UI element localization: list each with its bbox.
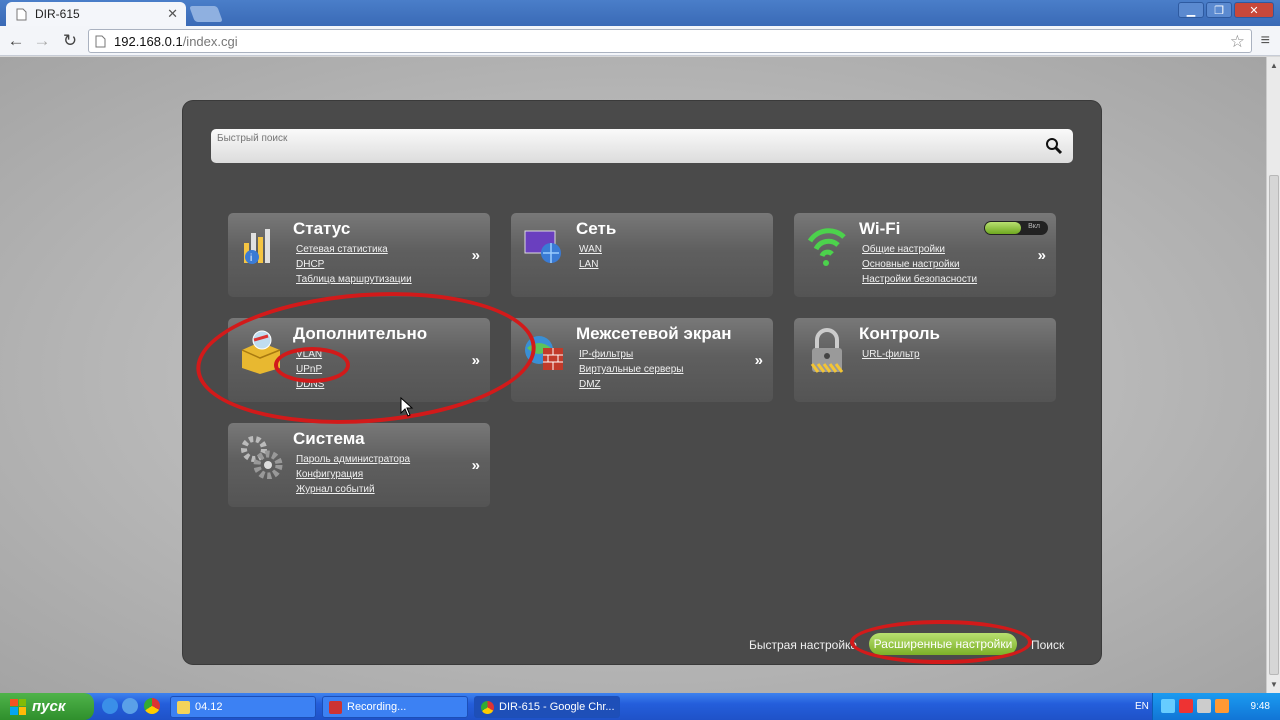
status-chart-icon: i [244,229,270,264]
reload-icon[interactable]: ↻ [60,31,80,51]
link-admin-password[interactable]: Пароль администратора [296,453,410,466]
tile-title: Сеть [576,219,617,238]
link-basic-settings[interactable]: Основные настройки [862,258,977,271]
link-security-settings[interactable]: Настройки безопасности [862,273,977,286]
tab-title: DIR-615 [35,7,80,21]
vertical-scrollbar[interactable]: ▲ ▼ [1266,57,1280,693]
address-path: /index.cgi [182,33,238,49]
scroll-thumb[interactable] [1269,175,1279,675]
link-event-log[interactable]: Журнал событий [296,483,410,496]
tile-arrow-icon[interactable]: » [472,247,480,264]
minimize-icon[interactable]: ▁ [1178,2,1204,18]
quick-search-box [211,129,1073,163]
tile-arrow-icon[interactable]: » [1038,247,1046,264]
clock: 9:48 [1250,701,1270,712]
link-dmz[interactable]: DMZ [579,378,683,391]
link-dhcp[interactable]: DHCP [296,258,412,271]
chrome-icon [481,701,494,714]
bookmark-star-icon[interactable]: ☆ [1230,32,1245,52]
tile-control: Контроль URL-фильтр [794,318,1056,402]
close-tab-icon[interactable]: ✕ [167,6,178,22]
search-icon[interactable] [1045,137,1063,155]
scroll-up-icon[interactable]: ▲ [1270,61,1278,70]
browser-tab[interactable]: DIR-615 ✕ [6,2,186,26]
language-indicator[interactable]: EN [1135,701,1149,712]
router-page: i Статус Сетевая статистика DHCP Таблица… [0,57,1266,693]
link-general-settings[interactable]: Общие настройки [862,243,977,256]
recording-icon [329,701,342,714]
back-icon[interactable]: ← [6,31,26,51]
link-wan[interactable]: WAN [579,243,602,256]
link-ip-filters[interactable]: IP-фильтры [579,348,683,361]
tile-title: Статус [293,219,351,238]
link-virtual-servers[interactable]: Виртуальные серверы [579,363,683,376]
page-icon [95,35,106,47]
browser-tabbar: DIR-615 ✕ ▁ ❐ ✕ [0,0,1280,26]
wifi-icon [807,228,846,266]
quick-search-input[interactable] [217,131,1017,145]
window-controls: ▁ ❐ ✕ [1178,2,1274,18]
tile-title: Контроль [859,324,940,343]
system-tray: 9:48 [1152,693,1280,720]
svg-text:i: i [250,253,252,264]
quick-setup-link[interactable]: Быстрая настройка [749,638,857,652]
page-icon [16,8,27,20]
task-folder[interactable]: 04.12 [170,696,316,718]
network-icon [524,230,561,263]
task-label: Recording... [347,701,407,713]
browser-icon[interactable] [122,698,138,714]
tile-network: Сеть WAN LAN [511,213,773,297]
tile-arrow-icon[interactable]: » [472,457,480,474]
tile-system: Система Пароль администратора Конфигурац… [228,423,490,507]
annotation-oval [274,347,350,383]
search-link[interactable]: Поиск [1031,638,1064,652]
browser-toolbar: ← → ↻ 192.168.0.1/index.cgi ☆ ≡ [0,26,1280,56]
link-lan[interactable]: LAN [579,258,602,271]
app-tray-icon[interactable] [1179,699,1193,713]
tile-firewall: Межсетевой экран IP-фильтры Виртуальные … [511,318,773,402]
task-recording[interactable]: Recording... [322,696,468,718]
wifi-toggle[interactable]: Вкл [984,221,1048,235]
new-tab-button[interactable] [189,6,223,22]
link-routing-table[interactable]: Таблица маршрутизации [296,273,412,286]
annotation-oval [850,620,1032,664]
lock-icon [810,328,844,373]
toggle-knob [985,222,1021,234]
address-host: 192.168.0.1 [114,33,183,49]
chrome-icon[interactable] [144,698,160,714]
windows-taskbar: пуск 04.12 Recording... DIR-615 - Google… [0,693,1280,720]
tile-title: Межсетевой экран [576,324,732,343]
menu-icon[interactable]: ≡ [1261,32,1270,50]
security-tray-icon[interactable] [1215,699,1229,713]
close-window-icon[interactable]: ✕ [1234,2,1274,18]
tile-arrow-icon[interactable]: » [755,352,763,369]
volume-tray-icon[interactable] [1197,699,1211,713]
task-label: 04.12 [195,701,223,713]
tile-status: i Статус Сетевая статистика DHCP Таблица… [228,213,490,297]
tile-title: Wi-Fi [859,219,901,238]
toggle-label: Вкл [1028,223,1040,230]
folder-icon [177,701,190,714]
address-bar[interactable]: 192.168.0.1/index.cgi ☆ [88,29,1252,53]
start-button[interactable]: пуск [0,693,94,720]
network-tray-icon[interactable] [1161,699,1175,713]
restore-icon[interactable]: ❐ [1206,2,1232,18]
task-chrome[interactable]: DIR-615 - Google Chr... [474,696,620,718]
start-label: пуск [32,698,66,715]
link-configuration[interactable]: Конфигурация [296,468,410,481]
tile-title: Система [293,429,365,448]
task-label: DIR-615 - Google Chr... [499,701,615,713]
scroll-down-icon[interactable]: ▼ [1270,680,1278,689]
forward-icon[interactable]: → [32,31,52,51]
gear-icon [241,436,283,479]
link-network-stats[interactable]: Сетевая статистика [296,243,412,256]
tile-wifi: Wi-Fi Вкл Общие настройки Основные настр… [794,213,1056,297]
ie-icon[interactable] [102,698,118,714]
link-url-filter[interactable]: URL-фильтр [862,348,920,361]
mouse-cursor-icon [400,397,414,417]
windows-logo-icon [10,698,26,715]
